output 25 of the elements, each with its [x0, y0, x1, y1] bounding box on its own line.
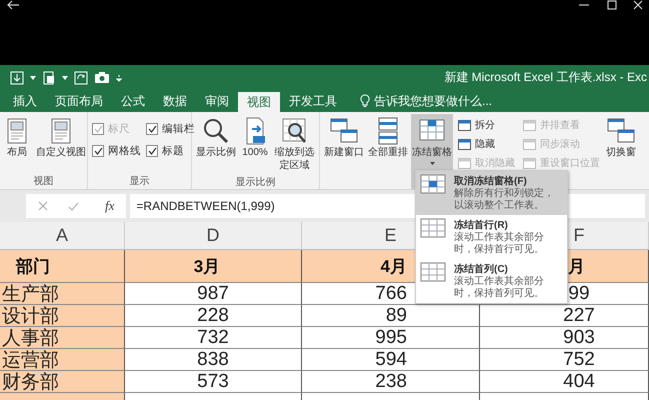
table-cell: 财务部 — [0, 371, 125, 393]
table-cell: 752 — [480, 349, 649, 371]
menu-item-title: 取消冻结窗格(F) — [454, 174, 528, 188]
table-cell: 89 — [302, 305, 480, 327]
table-header-cell: 部门 — [0, 250, 125, 283]
table-cell: 227 — [480, 305, 649, 327]
table-cell: 生产部 — [0, 283, 125, 305]
table-cell: 设计部 — [0, 305, 125, 327]
table-cell: 903 — [480, 327, 649, 349]
group-label: 视图 — [32, 174, 54, 189]
table-cell: 573 — [125, 371, 302, 393]
table-cell: 运营部 — [0, 349, 125, 371]
table-header-cell: 3月 — [125, 250, 302, 283]
table-cell: 838 — [125, 349, 302, 371]
table-cell: 732 — [125, 327, 302, 349]
group-label: 显示比例 — [234, 176, 276, 189]
group-label: 显示 — [128, 175, 150, 189]
table-cell: 594 — [302, 349, 480, 371]
table-cell: 238 — [302, 371, 480, 393]
table-cell: 人事部 — [0, 327, 125, 349]
table-cell: 995 — [302, 327, 480, 349]
table-cell: 987 — [125, 283, 302, 305]
window-title: 新建 Microsoft Excel 工作表.xlsx - Exc — [444, 69, 647, 86]
table-cell: 404 — [480, 371, 649, 393]
table-cell: 228 — [125, 305, 302, 327]
